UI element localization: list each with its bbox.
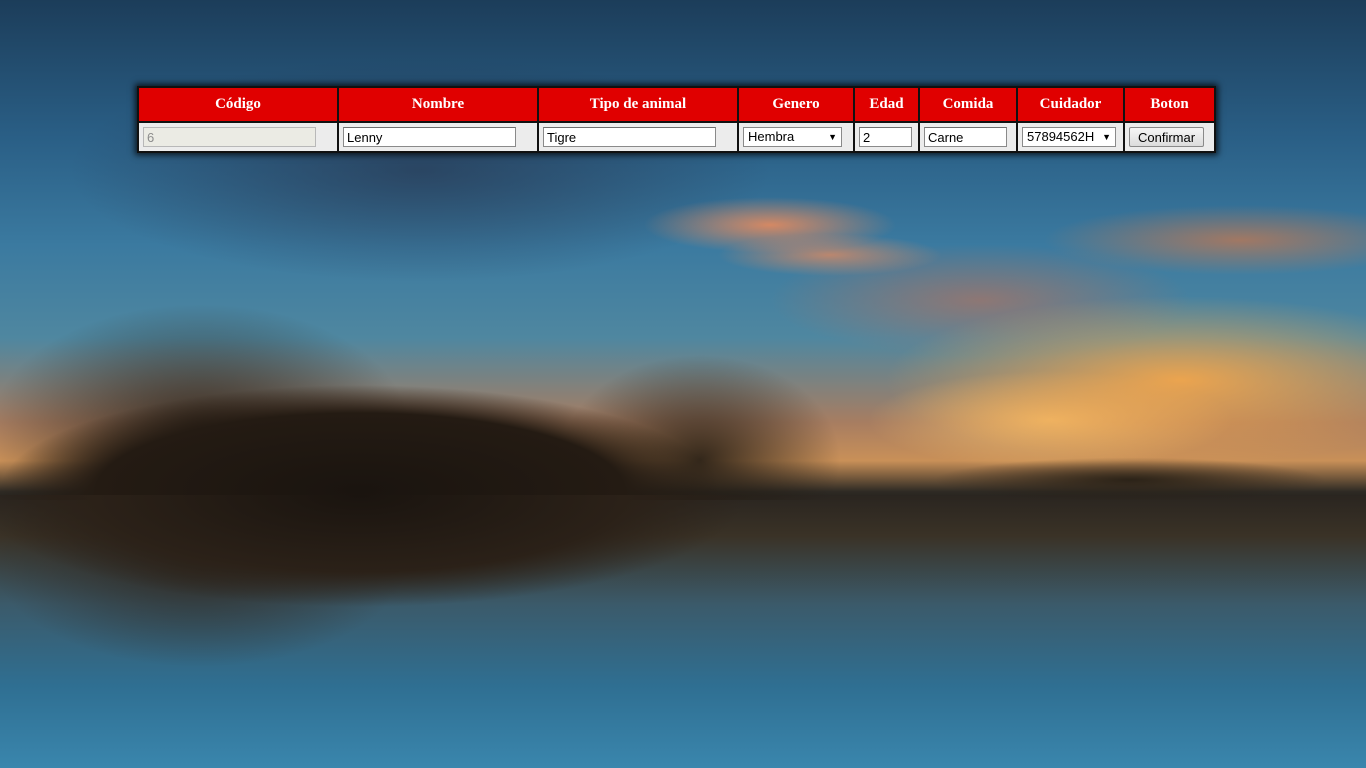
- cell-nombre: [337, 121, 539, 153]
- edad-input[interactable]: [859, 127, 912, 147]
- cell-edad: [853, 121, 920, 153]
- header-genero: Genero: [737, 86, 855, 123]
- confirmar-button[interactable]: Confirmar: [1129, 127, 1205, 147]
- nombre-input[interactable]: [343, 127, 516, 147]
- codigo-input: [143, 127, 316, 147]
- animal-form-table: Código Nombre Tipo de animal Genero Edad…: [137, 86, 1216, 153]
- background-treeline-reflection: [0, 495, 900, 725]
- header-tipo-animal: Tipo de animal: [537, 86, 739, 123]
- header-boton: Boton: [1123, 86, 1216, 123]
- chevron-down-icon: ▼: [1102, 132, 1111, 142]
- input-row: Hembra ▼ 57894562H ▼ Confirmar: [137, 121, 1216, 153]
- header-nombre: Nombre: [337, 86, 539, 123]
- cell-cuidador: 57894562H ▼: [1016, 121, 1125, 153]
- header-codigo: Código: [137, 86, 339, 123]
- header-edad: Edad: [853, 86, 920, 123]
- header-comida: Comida: [918, 86, 1018, 123]
- genero-selected-value: Hembra: [748, 129, 795, 144]
- header-row: Código Nombre Tipo de animal Genero Edad…: [137, 86, 1216, 123]
- tipo-animal-input[interactable]: [543, 127, 716, 147]
- cuidador-select[interactable]: 57894562H ▼: [1022, 127, 1116, 147]
- cell-boton: Confirmar: [1123, 121, 1216, 153]
- comida-input[interactable]: [924, 127, 1007, 147]
- background-far-trees: [880, 440, 1366, 500]
- cell-tipo-animal: [537, 121, 739, 153]
- cell-genero: Hembra ▼: [737, 121, 855, 153]
- cell-codigo: [137, 121, 339, 153]
- genero-select[interactable]: Hembra ▼: [743, 127, 842, 147]
- cuidador-selected-value: 57894562H: [1027, 129, 1095, 144]
- cell-comida: [918, 121, 1018, 153]
- chevron-down-icon: ▼: [828, 132, 837, 142]
- header-cuidador: Cuidador: [1016, 86, 1125, 123]
- background-treeline: [0, 230, 900, 500]
